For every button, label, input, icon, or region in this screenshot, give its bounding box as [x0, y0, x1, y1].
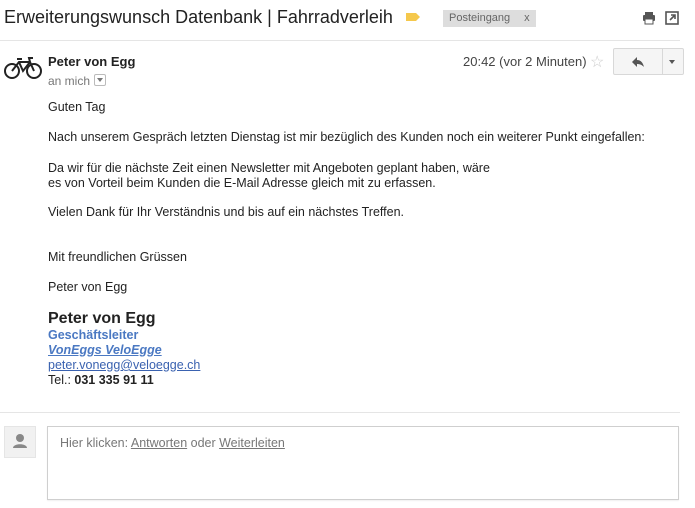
label-tag-icon[interactable] [405, 12, 421, 22]
closing-name: Peter von Egg [48, 280, 128, 294]
reply-icon [632, 57, 644, 67]
body-paragraph-2-line-1: Da wir für die nächste Zeit einen Newsle… [48, 161, 490, 175]
body-paragraph-1: Nach unserem Gespräch letzten Dienstag i… [48, 130, 645, 144]
signature-company-link[interactable]: VonEggs VeloEgge [48, 343, 162, 357]
reply-divider [0, 412, 680, 413]
reply-button[interactable] [614, 49, 663, 74]
body-paragraph-3: Vielen Dank für Ihr Verständnis und bis … [48, 205, 405, 219]
phone-number: 031 335 91 11 [74, 373, 154, 387]
signature-phone: Tel.: 031 335 91 11 [48, 373, 154, 387]
body-paragraph-2-line-2: es von Vorteil beim Kunden die E-Mail Ad… [48, 176, 436, 190]
print-icon[interactable] [642, 11, 656, 25]
signature-email-link[interactable]: peter.vonegg@veloegge.ch [48, 358, 200, 372]
message-time: 20:42 (vor 2 Minuten) [463, 54, 587, 69]
chevron-down-icon[interactable] [662, 49, 683, 74]
closing: Mit freundlichen Grüssen [48, 250, 187, 264]
reply-button-group [613, 48, 684, 75]
header-divider [0, 40, 680, 41]
person-icon [4, 426, 36, 458]
reply-hint-or: oder [187, 436, 220, 450]
forward-link[interactable]: Weiterleiten [219, 436, 285, 450]
label-chip-text: Posteingang [449, 12, 511, 24]
reply-link[interactable]: Antworten [131, 436, 187, 450]
recipient-line: an mich [48, 74, 107, 88]
reply-hint: Hier klicken: Antworten oder Weiterleite… [60, 436, 285, 450]
label-chip-inbox[interactable]: Posteingang x [443, 10, 536, 27]
bicycle-icon [4, 57, 42, 79]
sender-name[interactable]: Peter von Egg [48, 54, 135, 69]
recipient-text: an mich [48, 74, 91, 88]
email-subject: Erweiterungswunsch Datenbank | Fahrradve… [4, 7, 393, 27]
reply-hint-prefix: Hier klicken: [60, 436, 131, 450]
recipient-details-dropdown[interactable] [94, 74, 107, 86]
label-remove-button[interactable]: x [524, 12, 530, 24]
new-window-icon[interactable] [665, 11, 679, 25]
signature-title: Geschäftsleiter [48, 328, 139, 342]
reply-box[interactable]: Hier klicken: Antworten oder Weiterleite… [47, 426, 679, 500]
greeting: Guten Tag [48, 100, 106, 114]
signature-name: Peter von Egg [48, 310, 156, 327]
phone-label: Tel.: [48, 373, 75, 387]
star-icon[interactable]: ☆ [590, 52, 604, 72]
